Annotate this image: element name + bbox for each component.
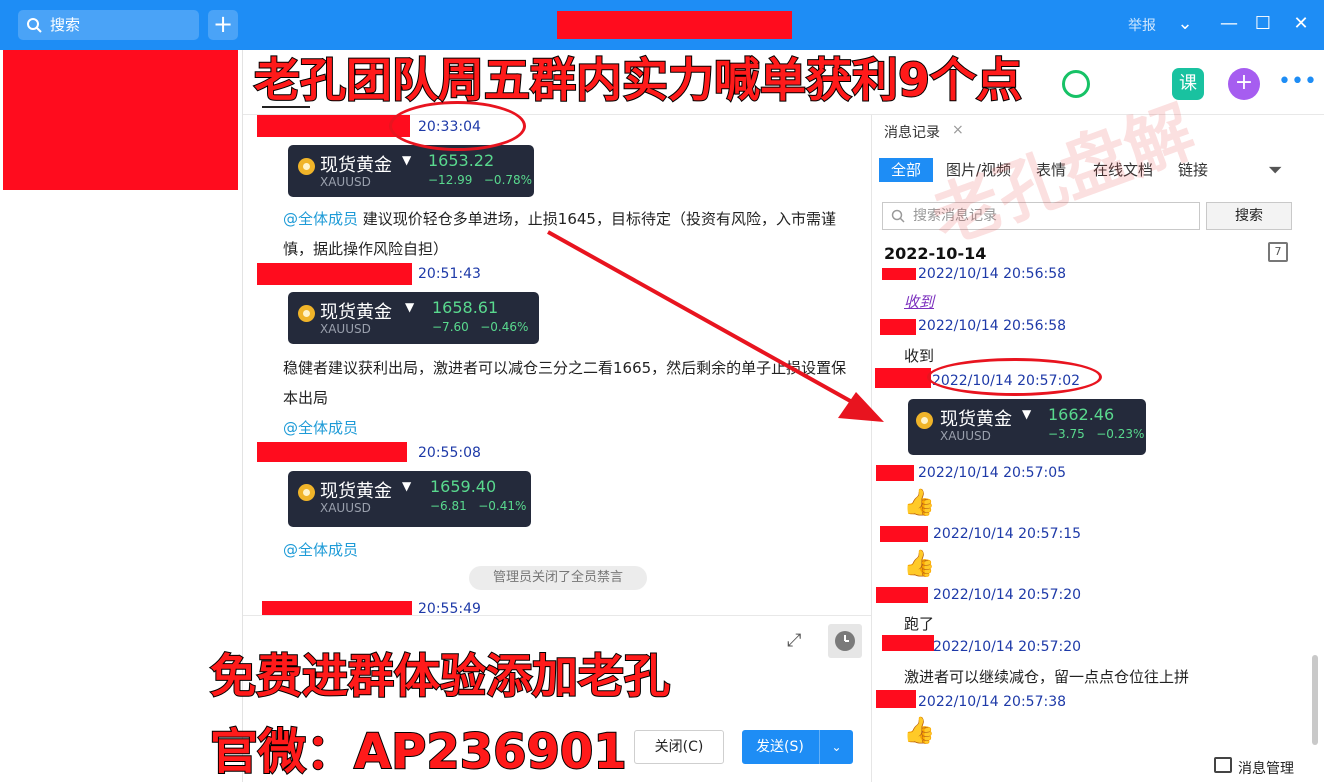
promo-banner-bottom: 免费进群体验添加老孔 bbox=[209, 648, 671, 704]
promo-wechat-id: 官微：AP236901 bbox=[209, 723, 628, 781]
promo-banner-top: 老孔团队周五群内实力喊单获利9个点 bbox=[253, 52, 1023, 108]
